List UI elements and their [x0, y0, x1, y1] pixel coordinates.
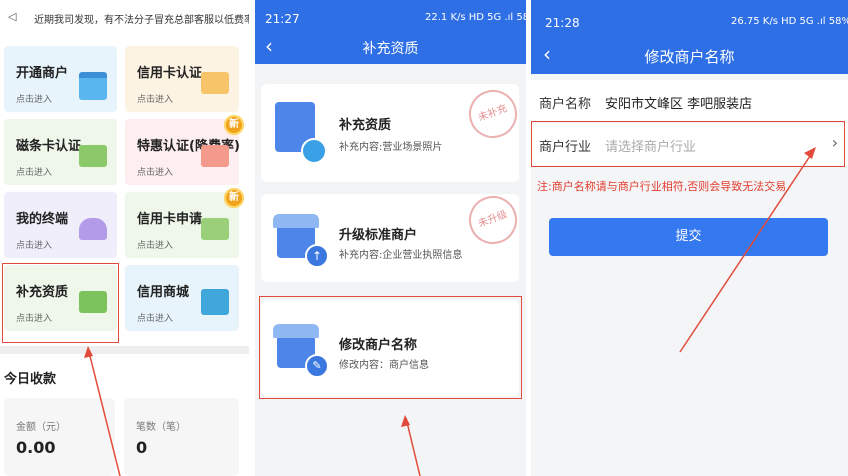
- arrow-line: [405, 417, 421, 476]
- arrow-head: [804, 147, 816, 159]
- arrow-head: [84, 346, 93, 358]
- annotation-arrows: [84, 147, 816, 476]
- arrow-head: [401, 415, 410, 427]
- arrow-line: [87, 347, 121, 476]
- arrow-line: [679, 149, 815, 353]
